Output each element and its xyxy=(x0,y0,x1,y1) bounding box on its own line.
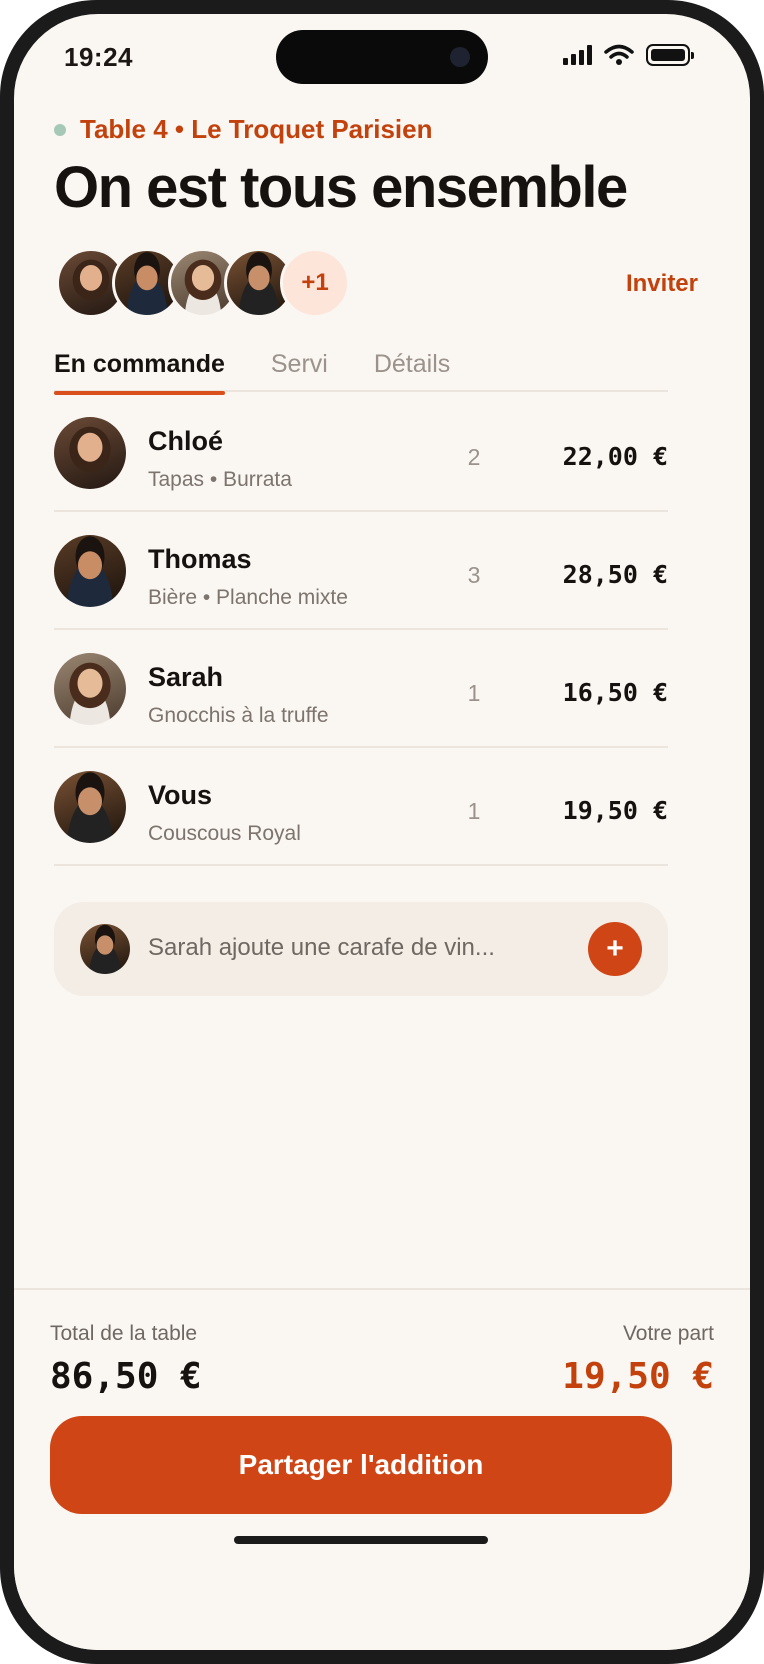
order-price: 16,50 € xyxy=(562,678,668,707)
order-guest-name: Thomas xyxy=(148,544,252,574)
order-row[interactable]: Vous Couscous Royal 1 19,50 € xyxy=(54,748,668,866)
home-indicator[interactable] xyxy=(234,1536,488,1544)
guest-avatars[interactable]: +1 xyxy=(56,248,350,318)
table-info: Table 4 • Le Troquet Parisien xyxy=(54,114,433,145)
phone-frame: 19:24 Table 4 • Le Troquet Parisien On e… xyxy=(0,0,764,1664)
page-title: On est tous ensemble xyxy=(54,155,628,220)
invite-link[interactable]: Inviter xyxy=(626,270,698,298)
order-row[interactable]: Chloé Tapas • Burrata 2 22,00 € xyxy=(54,394,668,512)
order-items: Tapas • Burrata xyxy=(148,468,292,491)
table-total-label: Total de la table xyxy=(50,1322,198,1345)
order-items: Bière • Planche mixte xyxy=(148,586,348,609)
order-guest-name: Vous xyxy=(148,780,213,810)
live-status-dot xyxy=(54,123,66,136)
avatar xyxy=(54,653,126,725)
table-subtitle: Table 4 • Le Troquet Parisien xyxy=(80,114,433,144)
order-list: Chloé Tapas • Burrata 2 22,00 € Thomas B… xyxy=(54,394,668,866)
your-share-label: Votre part xyxy=(622,1322,714,1345)
order-items: Couscous Royal xyxy=(148,822,301,845)
dynamic-island xyxy=(276,30,488,84)
tab-bar: En commande Servi Détails xyxy=(54,344,668,395)
activity-text: Sarah ajoute une carafe de vin... xyxy=(148,934,495,961)
order-price: 22,00 € xyxy=(562,442,668,471)
order-price: 19,50 € xyxy=(562,796,668,825)
table-total-value: 86,50 € xyxy=(50,1356,202,1397)
battery-icon xyxy=(646,44,694,66)
order-items: Gnocchis à la truffe xyxy=(148,704,329,727)
app-screen: 19:24 Table 4 • Le Troquet Parisien On e… xyxy=(14,14,750,1650)
plus-icon: + xyxy=(606,932,624,965)
avatar xyxy=(80,924,130,974)
share-bill-button[interactable]: Partager l'addition xyxy=(50,1416,672,1514)
status-icons xyxy=(563,44,694,66)
bill-footer: Total de la table 86,50 € Votre part 19,… xyxy=(14,1288,750,1650)
tab-en-commande[interactable]: En commande xyxy=(54,344,225,395)
avatar xyxy=(54,771,126,843)
order-row[interactable]: Thomas Bière • Planche mixte 3 28,50 € xyxy=(54,512,668,630)
order-price: 28,50 € xyxy=(562,560,668,589)
order-row[interactable]: Sarah Gnocchis à la truffe 1 16,50 € xyxy=(54,630,668,748)
more-guests-badge: +1 xyxy=(280,248,350,318)
avatar xyxy=(54,535,126,607)
tab-details[interactable]: Détails xyxy=(374,344,450,392)
order-quantity: 1 xyxy=(467,798,481,824)
camera-icon xyxy=(450,47,470,67)
your-share-value: 19,50 € xyxy=(562,1356,714,1397)
order-quantity: 3 xyxy=(467,562,481,588)
tab-servi[interactable]: Servi xyxy=(271,344,328,392)
order-quantity: 2 xyxy=(467,444,481,470)
wifi-icon xyxy=(604,44,634,65)
avatar xyxy=(54,417,126,489)
cellular-signal-icon xyxy=(563,45,592,65)
add-item-button[interactable]: + xyxy=(588,922,642,976)
live-activity-bar: Sarah ajoute une carafe de vin... + xyxy=(54,902,668,996)
status-time: 19:24 xyxy=(64,42,133,72)
order-quantity: 1 xyxy=(467,680,481,706)
order-guest-name: Sarah xyxy=(148,662,224,692)
order-guest-name: Chloé xyxy=(148,426,224,456)
